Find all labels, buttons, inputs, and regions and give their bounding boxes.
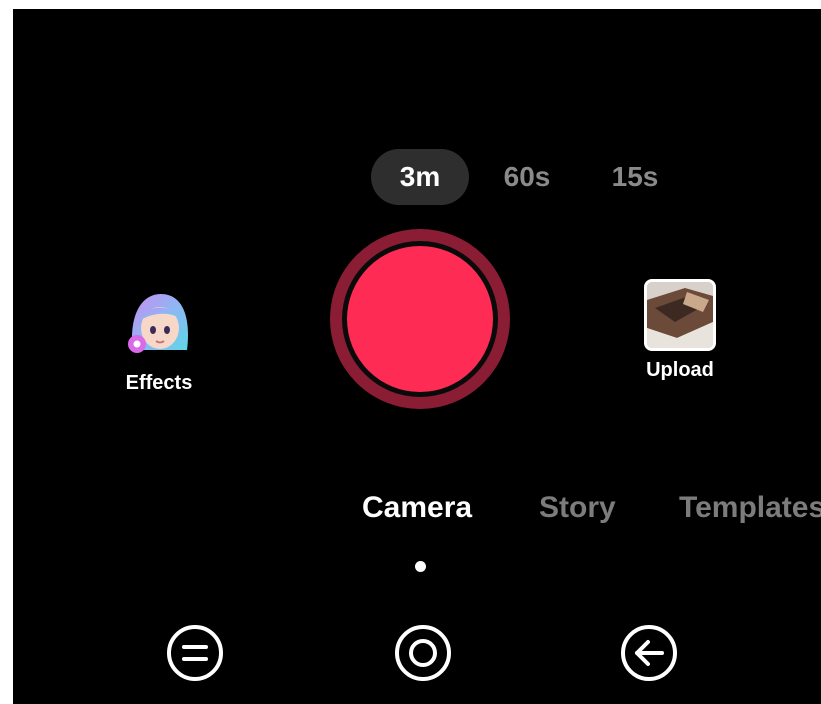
effects-button[interactable]: Effects (99, 284, 219, 395)
tab-camera[interactable]: Camera (362, 491, 472, 525)
menu-icon[interactable] (163, 621, 227, 685)
effects-label: Effects (125, 372, 193, 394)
record-ring (342, 241, 498, 397)
camera-screen: 3m 60s 15s Effects Upload Camera Story T… (13, 9, 821, 704)
duration-option-60s[interactable]: 60s (487, 149, 567, 205)
upload-thumbnail (644, 279, 716, 351)
duration-option-3m[interactable]: 3m (371, 149, 469, 205)
duration-option-15s[interactable]: 15s (597, 149, 673, 205)
upload-label: Upload (646, 359, 714, 381)
effects-avatar-icon (128, 294, 188, 353)
record-core (347, 246, 493, 392)
upload-button[interactable]: Upload (620, 279, 740, 382)
mode-tabs: Camera Story Templates (13, 491, 821, 535)
home-circle-icon[interactable] (391, 621, 455, 685)
record-button[interactable] (330, 229, 510, 409)
tab-story[interactable]: Story (539, 491, 616, 525)
back-arrow-icon[interactable] (617, 621, 681, 685)
tab-templates[interactable]: Templates (679, 491, 821, 525)
duration-selector: 3m 60s 15s (13, 149, 821, 205)
active-mode-indicator (415, 561, 426, 572)
gallery-preview-icon (647, 282, 713, 348)
